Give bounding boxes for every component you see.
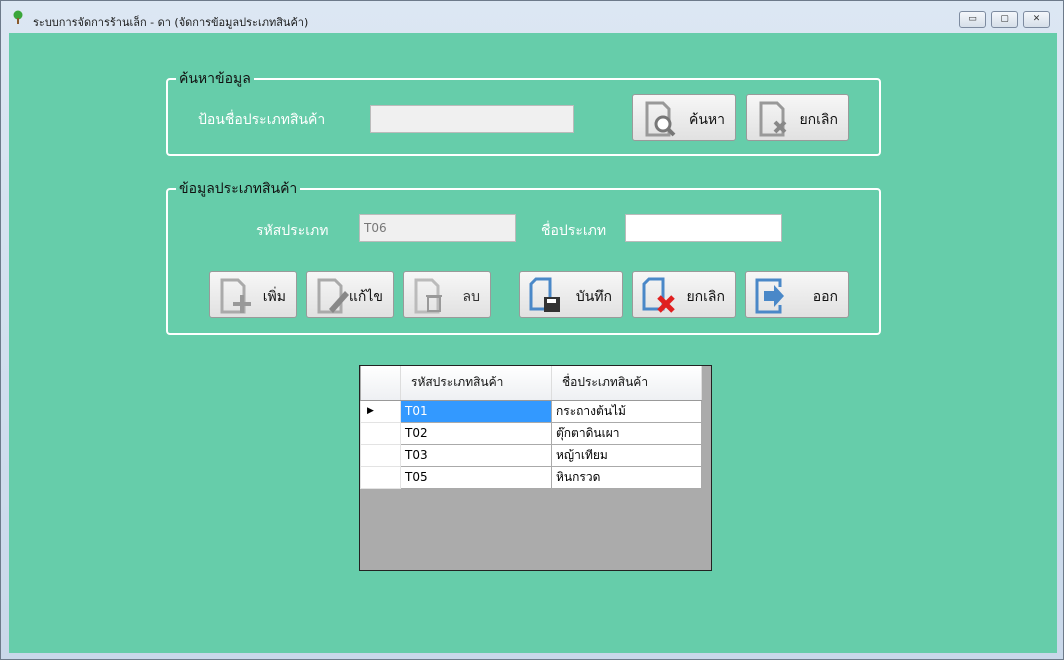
delete-doc-icon: [414, 278, 442, 314]
form-client-area: ค้นหาข้อมูล ป้อนชื่อประเภทสินค้า ค้นหา ย…: [9, 33, 1057, 653]
cell-name[interactable]: ตุ๊กตาดินเผา: [551, 421, 702, 445]
edit-button[interactable]: แก้ไข: [306, 271, 394, 318]
row-header-corner: [360, 366, 401, 401]
grid-table: รหัสประเภทสินค้า ชื่อประเภทสินค้า ▶ T01 …: [360, 366, 702, 489]
window-title: ระบบการจัดการร้านเล็ก - ดา (จัดการข้อมูล…: [33, 16, 309, 29]
search-input[interactable]: [370, 105, 574, 133]
code-input[interactable]: [359, 214, 516, 242]
title-bar: ระบบการจัดการร้านเล็ก - ดา (จัดการข้อมูล…: [1, 1, 1063, 33]
cell-name[interactable]: กระถางต้นไม้: [551, 399, 702, 423]
cell-code[interactable]: T03: [400, 443, 552, 467]
cancel-red-x-icon: [642, 277, 675, 313]
search-doc-icon: [645, 101, 676, 137]
cell-code[interactable]: T01: [400, 399, 552, 423]
row-header[interactable]: [360, 421, 401, 445]
grid-header-row: รหัสประเภทสินค้า ชื่อประเภทสินค้า: [360, 366, 702, 401]
add-button[interactable]: เพิ่ม: [209, 271, 297, 318]
column-header-name[interactable]: ชื่อประเภทสินค้า: [551, 366, 702, 401]
table-row[interactable]: T03 หญ้าเทียม: [360, 443, 702, 467]
table-row[interactable]: ▶ T01 กระถางต้นไม้: [360, 399, 702, 423]
exit-icon: [755, 278, 784, 314]
add-doc-icon: [220, 278, 251, 314]
cell-code[interactable]: T05: [400, 465, 552, 489]
delete-button[interactable]: ลบ: [403, 271, 491, 318]
save-button[interactable]: บันทึก: [519, 271, 623, 318]
search-cancel-label: ยกเลิก: [799, 112, 838, 128]
app-window: ระบบการจัดการร้านเล็ก - ดา (จัดการข้อมูล…: [0, 0, 1064, 660]
minimize-button[interactable]: ▭: [959, 11, 986, 28]
search-group-legend: ค้นหาข้อมูล: [176, 68, 254, 90]
row-header[interactable]: [360, 443, 401, 467]
info-cancel-label: ยกเลิก: [686, 289, 725, 305]
search-button[interactable]: ค้นหา: [632, 94, 736, 141]
info-cancel-button[interactable]: ยกเลิก: [632, 271, 736, 318]
cell-name[interactable]: หินกรวด: [551, 465, 702, 489]
search-cancel-button[interactable]: ยกเลิก: [746, 94, 849, 141]
edit-doc-icon: [317, 278, 349, 314]
cell-name[interactable]: หญ้าเทียม: [551, 443, 702, 467]
search-label: ป้อนชื่อประเภทสินค้า: [198, 112, 326, 128]
save-label: บันทึก: [575, 289, 612, 305]
close-button[interactable]: ✕: [1023, 11, 1050, 28]
cell-code[interactable]: T02: [400, 421, 552, 445]
cancel-doc-icon: [759, 101, 787, 137]
table-row[interactable]: T02 ตุ๊กตาดินเผา: [360, 421, 702, 445]
info-group-legend: ข้อมูลประเภทสินค้า: [176, 178, 301, 200]
table-row[interactable]: T05 หินกรวด: [360, 465, 702, 489]
name-input[interactable]: [625, 214, 782, 242]
row-header[interactable]: [360, 465, 401, 489]
exit-label: ออก: [812, 289, 838, 305]
edit-label: แก้ไข: [348, 289, 383, 305]
column-header-code[interactable]: รหัสประเภทสินค้า: [400, 366, 552, 401]
search-button-label: ค้นหา: [688, 112, 725, 128]
name-label: ชื่อประเภท: [541, 223, 607, 239]
category-data-grid[interactable]: รหัสประเภทสินค้า ชื่อประเภทสินค้า ▶ T01 …: [359, 365, 712, 571]
exit-button[interactable]: ออก: [745, 271, 849, 318]
save-doc-icon: [529, 277, 560, 312]
code-label: รหัสประเภท: [256, 223, 329, 239]
add-label: เพิ่ม: [262, 289, 286, 305]
maximize-button[interactable]: ▢: [991, 11, 1018, 28]
current-row-indicator-icon[interactable]: ▶: [360, 399, 401, 423]
tree-icon: [13, 10, 23, 24]
delete-label: ลบ: [462, 289, 480, 305]
